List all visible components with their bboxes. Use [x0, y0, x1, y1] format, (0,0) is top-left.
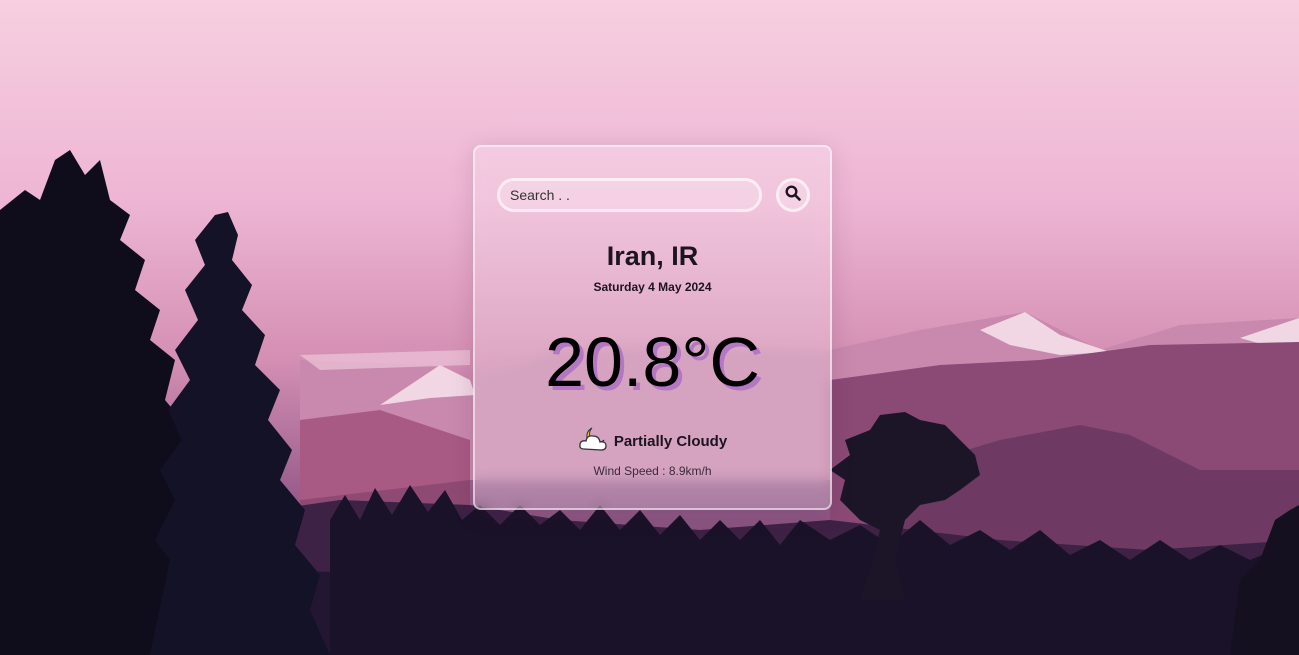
- search-bar: [497, 178, 810, 212]
- weather-card: Iran, IR Saturday 4 May 2024 20.8°C Part…: [473, 145, 832, 510]
- location-title: Iran, IR: [606, 241, 699, 271]
- wind-speed-label: Wind Speed : 8.9km/h: [593, 464, 712, 478]
- condition-label: Partially Cloudy: [613, 433, 728, 450]
- search-input[interactable]: [497, 178, 762, 212]
- temperature-value: 20.8°C: [545, 323, 760, 401]
- condition-row: Partially Cloudy: [475, 425, 830, 458]
- search-button[interactable]: [776, 178, 810, 212]
- date-label: Saturday 4 May 2024: [593, 280, 712, 294]
- search-icon: [785, 184, 801, 206]
- partly-cloudy-night-icon: [578, 425, 610, 458]
